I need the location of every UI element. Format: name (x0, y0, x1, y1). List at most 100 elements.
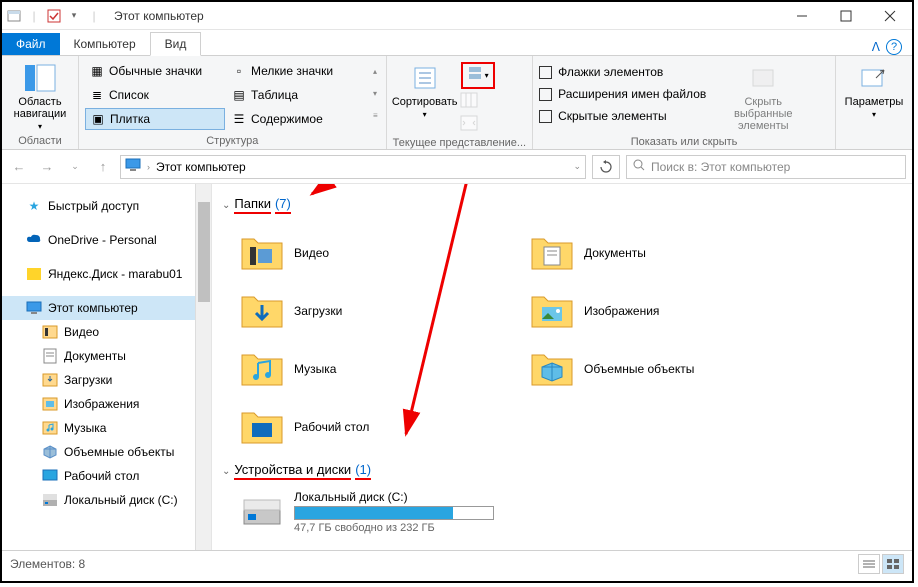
layout-scroll: ▴ ▾ ≡ (371, 60, 380, 126)
folder-icon (240, 407, 284, 447)
folder-desktop[interactable]: Рабочий стол (240, 398, 530, 456)
title-bar: | ▾ | Этот компьютер (2, 2, 912, 30)
folder-videos[interactable]: Видео (240, 224, 530, 282)
checkbox-icon[interactable] (46, 8, 62, 24)
sidebar-item-videos[interactable]: Видео (2, 320, 211, 344)
collapse-ribbon-icon[interactable]: ᐱ (872, 40, 880, 54)
group-by-button[interactable]: ▾ (461, 62, 495, 89)
layout-details[interactable]: ▤Таблица (227, 84, 367, 106)
tab-computer[interactable]: Компьютер (60, 33, 150, 55)
size-columns-icon[interactable] (461, 116, 495, 135)
chevron-up-icon[interactable]: ▴ (373, 67, 378, 76)
folder-music[interactable]: Музыка (240, 340, 530, 398)
status-bar: Элементов: 8 (2, 550, 912, 576)
sidebar-item-3d[interactable]: Объемные объекты (2, 440, 211, 464)
options-button[interactable]: Параметры ▾ (842, 60, 906, 121)
sidebar-item-downloads[interactable]: Загрузки (2, 368, 211, 392)
divider-icon: | (86, 8, 102, 24)
expand-icon[interactable]: ≡ (373, 111, 378, 120)
sidebar-item-yandex-disk[interactable]: Яндекс.Диск - marabu01 (2, 262, 211, 286)
body: ★Быстрый доступ OneDrive - Personal Янде… (2, 184, 912, 550)
chevron-down-icon[interactable]: ⌄ (573, 161, 581, 172)
checkbox-icon (539, 66, 552, 79)
chevron-right-icon: › (147, 162, 150, 172)
folders-group-header[interactable]: ⌄ Папки (7) (222, 196, 908, 214)
folder-downloads[interactable]: Загрузки (240, 282, 530, 340)
qat-dropdown-icon[interactable]: ▾ (66, 8, 82, 24)
add-columns-icon[interactable] (461, 93, 495, 112)
sort-button[interactable]: Сортировать ▾ (393, 60, 457, 121)
folder-icon (530, 349, 574, 389)
item-count: Элементов: 8 (10, 557, 85, 571)
sidebar-item-local-disk[interactable]: Локальный диск (C:) (2, 488, 211, 512)
ribbon-group-panes: Область навигации ▾ Области (2, 56, 79, 149)
search-input[interactable]: Поиск в: Этот компьютер (626, 155, 906, 179)
maximize-button[interactable] (824, 2, 868, 30)
hidden-items-option[interactable]: Скрытые элементы (539, 106, 706, 126)
address-field[interactable]: › Этот компьютер ⌄ (120, 155, 586, 179)
hide-icon (747, 62, 779, 94)
local-disk-c[interactable]: Локальный диск (C:) 47,7 ГБ свободно из … (240, 490, 908, 534)
devices-group-header[interactable]: ⌄ Устройства и диски (1) (222, 462, 908, 480)
sidebar-item-quick-access[interactable]: ★Быстрый доступ (2, 194, 211, 218)
video-icon (42, 324, 58, 340)
sidebar-item-desktop[interactable]: Рабочий стол (2, 464, 211, 488)
explorer-icon (6, 8, 22, 24)
sidebar-item-documents[interactable]: Документы (2, 344, 211, 368)
star-icon: ★ (26, 198, 42, 214)
sidebar-item-onedrive[interactable]: OneDrive - Personal (2, 228, 211, 252)
ribbon-group-layout: ▦Обычные значки ▫Мелкие значки ≣Список ▤… (79, 56, 387, 149)
sidebar-item-pictures[interactable]: Изображения (2, 392, 211, 416)
document-icon (42, 348, 58, 364)
folder-pictures[interactable]: Изображения (530, 282, 820, 340)
navigation-pane-button[interactable]: Область навигации ▾ (8, 60, 72, 133)
sort-icon (409, 62, 441, 94)
layout-medium-icons[interactable]: ▦Обычные значки (85, 60, 225, 82)
group-label-show-hide: Показать или скрыть (539, 134, 829, 148)
ribbon-group-options: Параметры ▾ (836, 56, 912, 149)
navigation-pane-icon (24, 62, 56, 94)
chevron-down-icon: ▾ (872, 110, 876, 119)
folder-3d-objects[interactable]: Объемные объекты (530, 340, 820, 398)
help-icon[interactable]: ? (886, 39, 902, 55)
sidebar-item-music[interactable]: Музыка (2, 416, 211, 440)
group-label-layout: Структура (85, 133, 380, 147)
search-icon (633, 159, 645, 174)
refresh-button[interactable] (592, 155, 620, 179)
sidebar-item-this-pc[interactable]: Этот компьютер (2, 296, 211, 320)
layout-list[interactable]: ≣Список (85, 84, 225, 106)
drive-icon (240, 492, 284, 532)
grid-icon: ▫ (231, 64, 247, 78)
details-view-toggle[interactable] (858, 554, 880, 574)
layout-tiles[interactable]: ▣Плитка (85, 108, 225, 130)
chevron-down-icon: ▾ (38, 122, 42, 131)
hide-selected-button[interactable]: Скрыть выбранные элементы (718, 60, 808, 134)
extensions-option[interactable]: Расширения имен файлов (539, 84, 706, 104)
tab-view[interactable]: Вид (150, 32, 202, 56)
pc-icon (125, 158, 141, 175)
layout-content[interactable]: ☰Содержимое (227, 108, 367, 130)
layout-small-icons[interactable]: ▫Мелкие значки (227, 60, 367, 82)
icons-view-toggle[interactable] (882, 554, 904, 574)
pc-icon (26, 300, 42, 316)
history-dropdown[interactable]: ⌄ (64, 156, 86, 178)
breadcrumb-segment[interactable]: Этот компьютер (156, 160, 246, 174)
tab-file[interactable]: Файл (2, 33, 60, 55)
back-button[interactable]: ← (8, 156, 30, 178)
checkboxes-option[interactable]: Флажки элементов (539, 62, 706, 82)
tiles-icon: ▣ (90, 112, 106, 126)
folder-icon (240, 349, 284, 389)
navigation-sidebar: ★Быстрый доступ OneDrive - Personal Янде… (2, 184, 212, 550)
up-button[interactable]: ↑ (92, 156, 114, 178)
disk-usage-bar (294, 506, 494, 520)
chevron-down-icon[interactable]: ▾ (373, 89, 378, 98)
forward-button[interactable]: → (36, 156, 58, 178)
folder-icon (530, 233, 574, 273)
cloud-icon (26, 232, 42, 248)
folder-documents[interactable]: Документы (530, 224, 820, 282)
grid-icon: ▦ (89, 64, 105, 78)
sidebar-scrollbar[interactable] (195, 184, 211, 550)
close-button[interactable] (868, 2, 912, 30)
minimize-button[interactable] (780, 2, 824, 30)
content-pane: ⌄ Папки (7) Видео Документы Загрузки Изо… (212, 184, 912, 550)
